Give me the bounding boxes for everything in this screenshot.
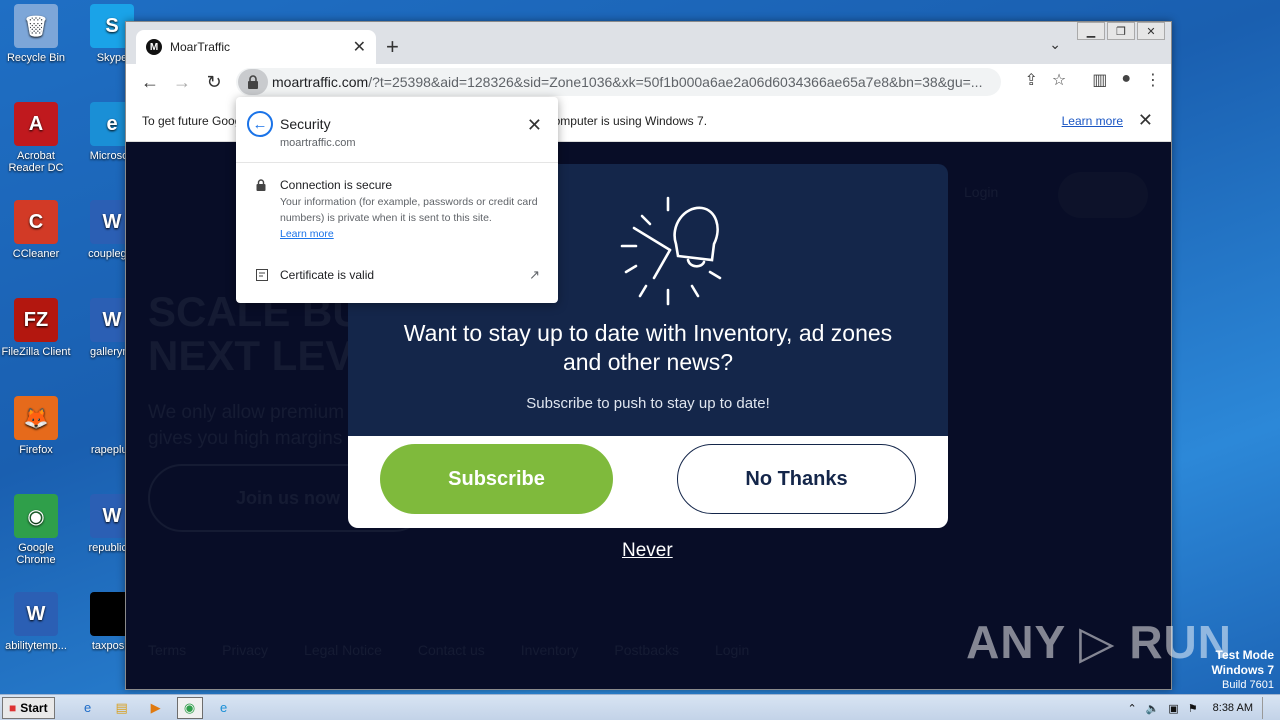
desktop-app-icon: 🦊 bbox=[14, 396, 58, 440]
network-icon[interactable]: ▣ bbox=[1168, 702, 1178, 715]
popup-domain: moartraffic.com bbox=[280, 137, 356, 149]
certificate-row[interactable]: Certificate is valid ↗ bbox=[256, 267, 542, 287]
profile-avatar-icon[interactable]: ● bbox=[1121, 70, 1131, 90]
bell-icon bbox=[620, 196, 722, 306]
connection-description: Your information (for example, passwords… bbox=[280, 194, 540, 242]
desktop-icon-label: abilitytemp... bbox=[5, 640, 67, 652]
volume-icon[interactable]: 🔈 bbox=[1146, 702, 1160, 715]
taskbar-chrome-icon[interactable]: ◉ bbox=[176, 696, 203, 719]
infobar-close-icon[interactable]: ✕ bbox=[1138, 110, 1153, 131]
test-mode-text: Test Mode bbox=[1215, 648, 1274, 662]
back-icon[interactable]: ← bbox=[134, 72, 166, 93]
reload-icon[interactable]: ↻ bbox=[198, 72, 230, 93]
show-desktop-icon[interactable] bbox=[1262, 697, 1272, 719]
desktop-icon[interactable]: C CCleaner bbox=[0, 200, 72, 260]
connection-title: Connection is secure bbox=[280, 178, 393, 192]
certificate-label: Certificate is valid bbox=[280, 268, 375, 282]
forward-icon[interactable]: → bbox=[166, 72, 198, 93]
close-window-icon[interactable]: ✕ bbox=[1137, 22, 1165, 40]
tab-search-chevron-icon[interactable]: ⌄ bbox=[1049, 36, 1061, 53]
popup-close-icon[interactable]: ✕ bbox=[527, 115, 542, 136]
site-favicon-icon: M bbox=[146, 39, 162, 55]
url-path: /?t=25398&aid=128326&sid=Zone1036&xk=50f… bbox=[368, 74, 983, 90]
modal-actions: Subscribe No Thanks bbox=[348, 436, 948, 528]
address-bar[interactable]: moartraffic.com/?t=25398&aid=128326&sid=… bbox=[236, 68, 1001, 96]
modal-subtitle: Subscribe to push to stay up to date! bbox=[526, 395, 770, 412]
desktop-icon[interactable]: 🗑 Recycle Bin bbox=[0, 4, 72, 64]
system-tray: ⌃ 🔈 ▣ ⚑ 8:38 AM bbox=[1127, 695, 1280, 720]
no-thanks-button[interactable]: No Thanks bbox=[677, 444, 916, 514]
back-arrow-icon[interactable]: ← bbox=[247, 111, 273, 137]
popup-header: ← Security moartraffic.com ✕ bbox=[236, 97, 558, 163]
desktop-app-icon: FZ bbox=[14, 298, 58, 342]
tab-title: MoarTraffic bbox=[170, 40, 231, 54]
modal-headline: Want to stay up to date with Inventory, … bbox=[403, 320, 893, 375]
os-text: Windows 7 bbox=[1211, 663, 1274, 677]
url-text: moartraffic.com/?t=25398&aid=128326&sid=… bbox=[272, 74, 982, 90]
popup-learn-more-link[interactable]: Learn more bbox=[280, 228, 334, 240]
windows-logo-icon: ■ bbox=[9, 700, 17, 715]
desktop-icon-label: FileZilla Client bbox=[1, 346, 71, 358]
test-mode-notice: Test Mode Windows 7 Build 7601 bbox=[1211, 648, 1274, 693]
taskbar-explorer-icon[interactable]: ▤ bbox=[109, 697, 135, 719]
taskbar-edge-icon[interactable]: e bbox=[211, 697, 237, 719]
desktop-icon-label: Firefox bbox=[19, 444, 53, 456]
desktop-icon[interactable]: Wabilitytemp... bbox=[0, 592, 72, 652]
minimize-icon[interactable]: ▁ bbox=[1077, 22, 1105, 40]
tab-moartraffic[interactable]: M MoarTraffic ✕ bbox=[136, 30, 376, 64]
clock[interactable]: 8:38 AM bbox=[1213, 702, 1253, 714]
desktop-icon[interactable]: 🦊 Firefox bbox=[0, 396, 72, 456]
desktop-app-icon: A bbox=[14, 102, 58, 146]
tab-strip: M MoarTraffic ✕ + ⌄ ▁ ❐ ✕ bbox=[126, 22, 1171, 64]
desktop-app-icon: W bbox=[14, 592, 58, 636]
popup-title: Security bbox=[280, 116, 331, 132]
desktop-icon[interactable]: FZ FileZilla Client bbox=[0, 298, 72, 358]
new-tab-icon[interactable]: + bbox=[386, 34, 399, 60]
taskbar-ie-icon[interactable]: e bbox=[75, 697, 101, 719]
action-center-flag-icon[interactable]: ⚑ bbox=[1188, 702, 1198, 715]
tab-close-icon[interactable]: ✕ bbox=[353, 37, 366, 57]
certificate-icon bbox=[256, 269, 268, 281]
chrome-window: M MoarTraffic ✕ + ⌄ ▁ ❐ ✕ ← → ↻ moartraf… bbox=[125, 21, 1172, 690]
desktop-app-icon: ◉ bbox=[14, 494, 58, 538]
desktop-app-icon: C bbox=[14, 200, 58, 244]
subscribe-button[interactable]: Subscribe bbox=[380, 444, 613, 514]
maximize-icon[interactable]: ❐ bbox=[1107, 22, 1135, 40]
build-text: Build 7601 bbox=[1222, 679, 1274, 691]
desktop-icon-label: Acrobat Reader DC bbox=[8, 150, 64, 174]
taskbar: ■ Start e ▤ ▶ ◉ e ⌃ 🔈 ▣ ⚑ 8:38 AM bbox=[0, 694, 1280, 720]
connection-desc-text: Your information (for example, passwords… bbox=[280, 196, 538, 224]
lock-icon bbox=[256, 179, 266, 191]
site-security-popup: ← Security moartraffic.com ✕ Connection … bbox=[236, 97, 558, 303]
desktop-icon-label: Recycle Bin bbox=[6, 52, 66, 64]
desktop-icon[interactable]: A Acrobat Reader DC bbox=[0, 102, 72, 174]
desktop-icon-label: CCleaner bbox=[12, 248, 60, 260]
start-label: Start bbox=[20, 700, 48, 715]
share-icon[interactable]: ⇪ bbox=[1024, 70, 1037, 90]
anyrun-watermark: ANY ▷ RUN bbox=[966, 616, 1232, 668]
infobar-learn-more-link[interactable]: Learn more bbox=[1062, 114, 1123, 128]
url-host: moartraffic.com bbox=[272, 74, 369, 90]
toolbar-icons: ⇪ ☆ ▥ ● ⋮ bbox=[1024, 70, 1161, 90]
bookmark-star-icon[interactable]: ☆ bbox=[1052, 70, 1066, 90]
window-controls: ▁ ❐ ✕ bbox=[1075, 22, 1165, 40]
desktop-icon[interactable]: ◉ Google Chrome bbox=[0, 494, 72, 566]
desktop-app-icon: 🗑 bbox=[14, 4, 58, 48]
browser-toolbar: ← → ↻ moartraffic.com/?t=25398&aid=12832… bbox=[126, 64, 1171, 100]
desktop-icon-label: Google Chrome bbox=[16, 542, 56, 566]
site-info-lock-icon[interactable] bbox=[238, 69, 268, 95]
menu-kebab-icon[interactable]: ⋮ bbox=[1145, 70, 1161, 90]
side-panel-icon[interactable]: ▥ bbox=[1092, 70, 1107, 90]
start-button[interactable]: ■ Start bbox=[2, 696, 55, 719]
external-link-icon[interactable]: ↗ bbox=[529, 267, 540, 283]
tray-expand-icon[interactable]: ⌃ bbox=[1127, 702, 1136, 715]
taskbar-media-player-icon[interactable]: ▶ bbox=[143, 697, 169, 719]
never-link[interactable]: Never bbox=[622, 540, 673, 562]
